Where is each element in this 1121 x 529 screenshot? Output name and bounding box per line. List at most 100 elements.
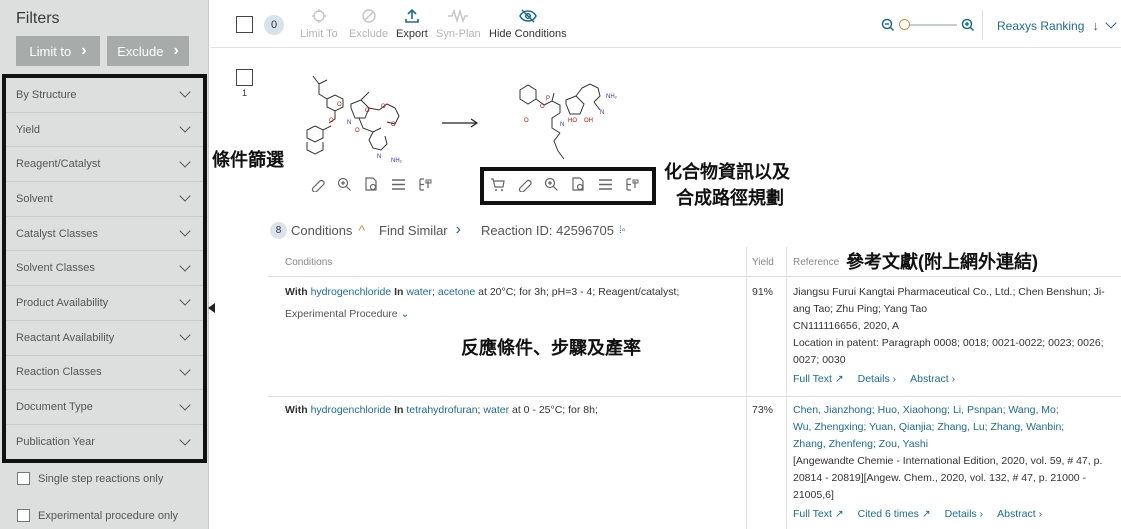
zoom-slider-handle[interactable] <box>899 19 910 30</box>
filter-solvent[interactable]: Solvent <box>6 182 203 217</box>
filter-label: Publication Year <box>16 436 95 449</box>
limit-to-tool[interactable]: Limit To <box>300 8 338 40</box>
condition-details: at 20°C; for 3h; pH=3 - 4; Reagent/catal… <box>475 286 680 298</box>
annotation-compound-line2: 合成路徑規劃 <box>676 188 784 208</box>
solvent-link[interactable]: water <box>483 404 509 416</box>
hide-conditions-tool[interactable]: Hide Conditions <box>489 8 567 40</box>
svg-text:P: P <box>546 96 550 102</box>
syn-plan-tool[interactable]: Syn-Plan <box>436 8 481 40</box>
reference-text: ang Tao; Zhu Ping; Yang Tao <box>793 303 928 315</box>
synthesis-tree-icon[interactable] <box>625 177 640 192</box>
full-text-link[interactable]: Full Text ↗ <box>793 506 844 523</box>
single-step-option[interactable]: Single step reactions only <box>17 472 163 485</box>
chevron-down-icon <box>179 434 191 446</box>
abstract-label: Abstract <box>997 508 1036 520</box>
chevron-down-icon <box>179 86 191 99</box>
experimental-procedure-label: Experimental Procedure <box>285 308 398 320</box>
svg-text:O: O <box>365 108 370 114</box>
details-link[interactable]: Details › <box>858 371 897 388</box>
filter-catalyst-classes[interactable]: Catalyst Classes <box>6 217 203 252</box>
row1-yield: 91% <box>752 286 774 298</box>
menu-icon[interactable] <box>598 177 613 192</box>
filter-reagent-catalyst[interactable]: Reagent/Catalyst <box>6 147 203 183</box>
row2-reference: Chen, Jianzhong; Huo, Xiaohong; Li, Psnp… <box>793 402 1118 523</box>
filter-reactant-availability[interactable]: Reactant Availability <box>6 321 203 356</box>
row1-conditions: With hydrogenchloride In water; acetone … <box>285 284 740 323</box>
limit-to-button[interactable]: Limit to › <box>16 36 100 66</box>
single-step-checkbox[interactable] <box>17 472 30 485</box>
filter-label: Catalyst Classes <box>16 227 98 240</box>
sort-direction-icon[interactable]: ↓ <box>1092 18 1099 33</box>
cart-icon[interactable] <box>490 177 505 192</box>
reference-text: CN111116656, 2020, A <box>793 320 900 332</box>
bond-link-icon[interactable] <box>517 177 532 192</box>
sort-dropdown[interactable]: Reaxys Ranking ↓ <box>997 17 1117 33</box>
svg-text:HO: HO <box>568 118 577 124</box>
author-links[interactable]: Wu, Zhengxing; Yuan, Qianjia; Zhang, Lu;… <box>793 419 1118 436</box>
copy-id-icon[interactable]: ⁞▫ <box>619 225 625 236</box>
abstract-link[interactable]: Abstract › <box>910 371 955 388</box>
reference-text: 20814 - 20819][Angew. Chem., 2020, vol. … <box>793 472 1087 484</box>
filter-reaction-classes[interactable]: Reaction Classes <box>6 356 203 391</box>
experimental-procedure-checkbox[interactable] <box>17 509 30 522</box>
filter-product-availability[interactable]: Product Availability <box>6 286 203 321</box>
limit-to-label: Limit to <box>29 43 72 59</box>
chevron-right-icon: › <box>81 42 87 59</box>
reactant-structure[interactable]: O O N O O O O N NH₂ <box>295 66 415 176</box>
menu-icon[interactable] <box>391 177 406 192</box>
author-links[interactable]: Zhang, Zhenfeng; Zou, Yashi <box>793 436 1118 453</box>
filter-by-structure[interactable]: By Structure <box>6 78 203 113</box>
filter-yield[interactable]: Yield <box>6 113 203 148</box>
filter-label: Reagent/Catalyst <box>16 158 101 171</box>
reaction-select-checkbox[interactable] <box>236 69 253 86</box>
bond-link-icon[interactable] <box>310 177 325 192</box>
reagent-link[interactable]: hydrogenchloride <box>311 286 392 298</box>
exclude-label: Exclude <box>117 43 164 59</box>
author-links[interactable]: Chen, Jianzhong; Huo, Xiaohong; Li, Psnp… <box>793 402 1118 419</box>
filter-publication-year[interactable]: Publication Year <box>6 425 203 460</box>
select-all-checkbox[interactable] <box>236 16 253 33</box>
filter-label: Solvent <box>16 192 53 205</box>
column-divider <box>746 247 747 529</box>
zoom-slider[interactable] <box>895 19 961 31</box>
find-similar-link[interactable]: Find Similar <box>379 223 448 238</box>
synthesis-tree-icon[interactable] <box>418 177 433 192</box>
reagent-link[interactable]: hydrogenchloride <box>311 404 392 416</box>
reaction-arrow-icon <box>442 118 479 128</box>
details-label: Details <box>857 373 890 385</box>
document-search-icon[interactable] <box>364 177 379 192</box>
zoom-control <box>881 18 975 32</box>
row1-reference: Jiangsu Furui Kangtai Pharmaceutical Co.… <box>793 284 1118 388</box>
experimental-procedure-toggle[interactable]: Experimental Procedure ⌄ <box>285 306 740 323</box>
chevron-down-icon <box>1105 17 1117 29</box>
zoom-in-icon[interactable] <box>961 18 975 32</box>
exclude-button[interactable]: Exclude › <box>107 36 189 66</box>
zoom-out-icon[interactable] <box>881 18 895 32</box>
cited-label: Cited 6 times <box>857 508 919 520</box>
export-tool[interactable]: Export <box>396 8 428 40</box>
solvent-link[interactable]: tetrahydrofuran <box>406 404 477 416</box>
details-link[interactable]: Details › <box>945 506 984 523</box>
solvent-link[interactable]: water <box>406 286 432 298</box>
column-divider <box>786 247 787 529</box>
product-actions <box>490 177 640 192</box>
chevron-up-icon[interactable]: ^ <box>358 222 365 238</box>
details-label: Details <box>944 508 977 520</box>
full-text-link[interactable]: Full Text ↗ <box>793 371 844 388</box>
product-structure[interactable]: O P O N HO OH N NH₂ <box>510 70 620 170</box>
filter-solvent-classes[interactable]: Solvent Classes <box>6 251 203 287</box>
reference-text: Jiangsu Furui Kangtai Pharmaceutical Co.… <box>793 286 1105 298</box>
chevron-right-icon: › <box>455 221 461 238</box>
document-search-icon[interactable] <box>571 177 586 192</box>
solvent-link[interactable]: acetone <box>438 286 475 298</box>
conditions-toggle[interactable]: Conditions <box>291 223 352 238</box>
exclude-tool[interactable]: Exclude <box>349 8 388 40</box>
magnify-icon[interactable] <box>337 177 352 192</box>
magnify-icon[interactable] <box>544 177 559 192</box>
collapse-sidebar-icon[interactable] <box>208 303 215 313</box>
experimental-procedure-option[interactable]: Experimental procedure only <box>17 509 178 522</box>
filter-document-type[interactable]: Document Type <box>6 390 203 425</box>
full-text-label: Full Text <box>793 508 832 520</box>
cited-link[interactable]: Cited 6 times ↗ <box>858 506 931 523</box>
abstract-link[interactable]: Abstract › <box>997 506 1042 523</box>
